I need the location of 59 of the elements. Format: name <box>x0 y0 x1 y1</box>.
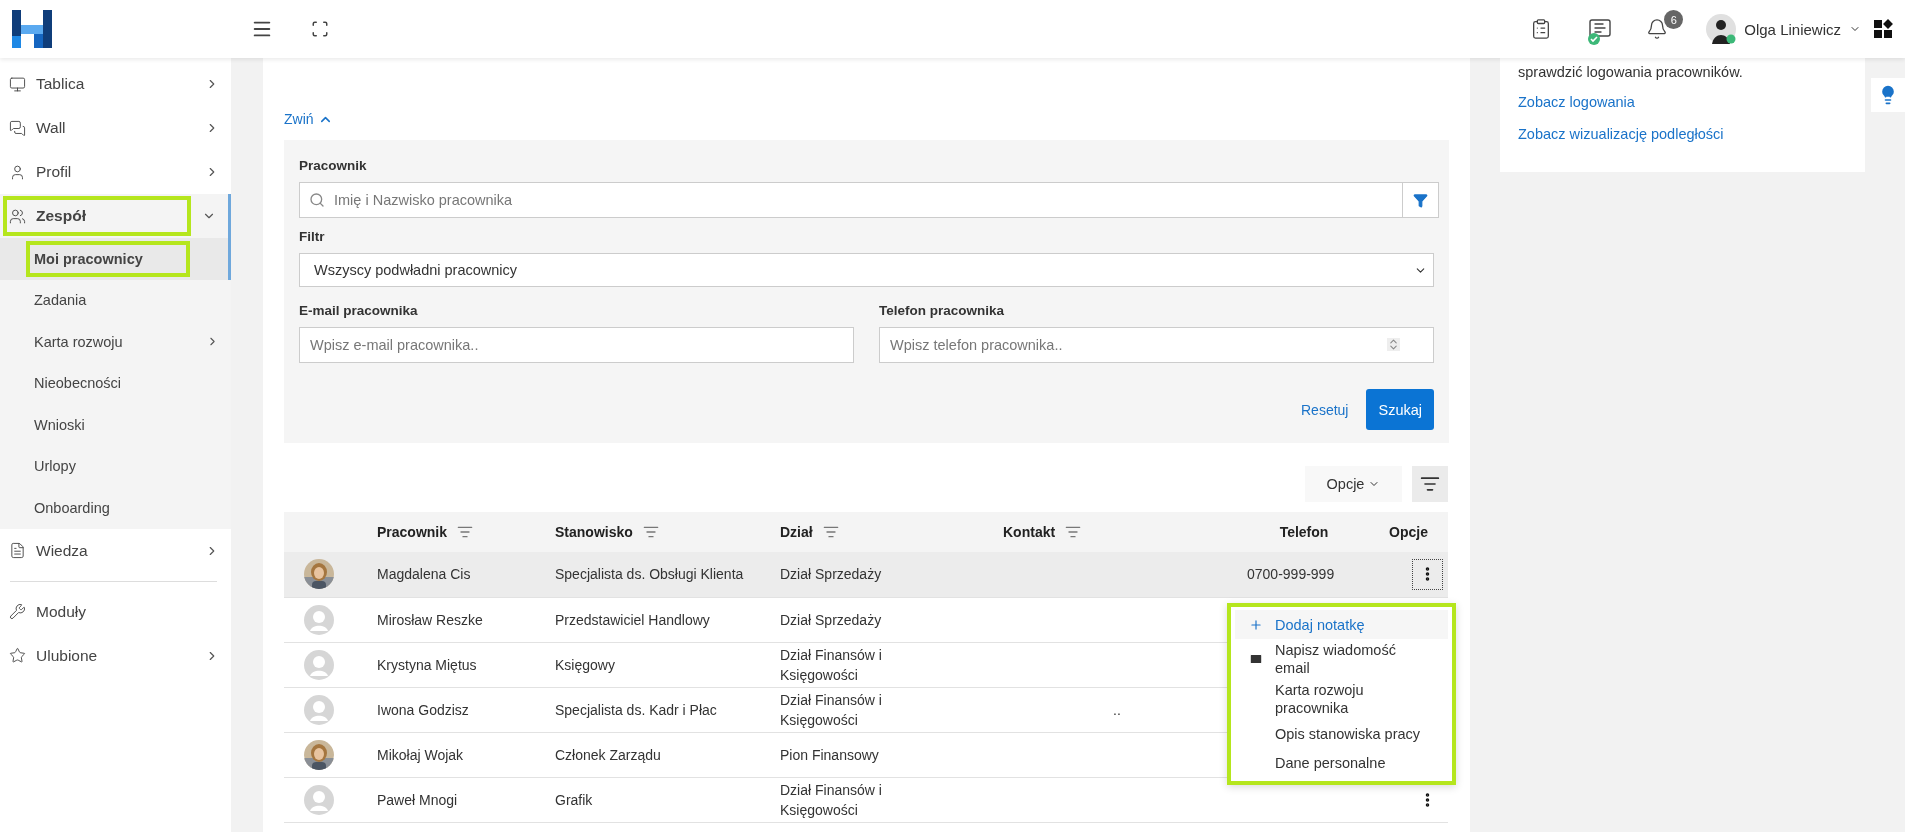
submenu-item[interactable]: Nieobecności <box>26 365 190 402</box>
info-text: sprawdzić logowania pracowników. <box>1518 64 1744 80</box>
table-cell-text: Pion Finansowy <box>780 745 879 765</box>
options-dropdown[interactable]: Opcje <box>1305 466 1402 502</box>
column-header: Pracownik <box>377 524 448 540</box>
table-cell-text: Specjalista ds. Obsługi Klienta <box>555 565 744 585</box>
search-field[interactable]: Imię i Nazwisko pracownika <box>299 182 1403 218</box>
table-cell-text: Specjalista ds. Kadr i Płac <box>555 700 717 720</box>
table-cell-text: Członek Zarządu <box>555 745 661 765</box>
table-cell-text: .. <box>1113 700 1121 720</box>
table-cell-text: Dział Sprzedaży <box>780 610 882 630</box>
table-cell-text: Dział Finansów i Księgowości <box>780 690 883 730</box>
table-cell-text: Krystyna Miętus <box>377 655 477 675</box>
sidebar-item[interactable]: Moduły <box>3 591 191 632</box>
sidebar-item[interactable]: Wall <box>3 108 191 148</box>
search-button[interactable]: Szukaj <box>1366 389 1434 430</box>
sidebar-item[interactable]: Ulubione <box>3 635 191 676</box>
table-cell-text: Paweł Mnogi <box>377 790 458 810</box>
submenu-item[interactable]: Onboarding <box>26 489 190 526</box>
sidebar-item[interactable]: Wiedza <box>3 530 191 571</box>
table-cell-text: Magdalena Cis <box>377 565 471 585</box>
link[interactable]: Zobacz logowania <box>1518 94 1847 110</box>
table-cell-text: Księgowy <box>555 655 615 675</box>
column-header: Kontakt <box>1003 524 1056 540</box>
email-field[interactable]: Wpisz e-mail pracownika.. <box>299 327 854 363</box>
table-row[interactable]: Paweł Mnogi Grafik Dział Finansów i Księgowości <box>284 777 1448 822</box>
column-header: Opcje <box>1389 524 1428 540</box>
column-header: Stanowisko <box>555 524 633 540</box>
table-cell-text: Przedstawiciel Handlowy <box>555 610 710 630</box>
field-label: Telefon pracownika <box>879 303 1006 318</box>
table-cell-text: Mirosław Reszke <box>377 610 483 630</box>
collapse-link[interactable]: Zwiń <box>284 111 333 127</box>
table-cell-text: 0700-999-999 <box>1247 565 1335 585</box>
column-header: Telefon <box>1279 524 1329 540</box>
submenu-item[interactable]: Zadania <box>26 282 190 319</box>
sidebar-item[interactable]: Profil <box>3 152 191 192</box>
submenu-item[interactable]: Karta rozwoju <box>26 323 190 360</box>
table-cell-text: Iwona Godzisz <box>377 700 469 720</box>
notification-count: 6 <box>1664 10 1684 29</box>
user-menu[interactable]: Olga Liniewicz <box>1702 10 1865 48</box>
table-cell-text: Dział Finansów i Księgowości <box>780 780 883 820</box>
table-cell-text: Dział Finansów i Księgowości <box>780 645 883 685</box>
table-cell-text: Mikołaj Wojak <box>377 745 464 765</box>
filter-select[interactable]: Wszyscy podwładni pracownicy <box>299 253 1434 287</box>
submenu-item[interactable]: Wnioski <box>26 406 190 443</box>
submenu-item[interactable]: Urlopy <box>26 448 190 485</box>
sidebar-item[interactable]: Tablica <box>3 64 191 104</box>
table-cell-text: Dział Sprzedaży <box>780 565 882 585</box>
field-label: Filtr <box>299 229 326 244</box>
table-cell-text: Grafik <box>555 790 593 810</box>
link[interactable]: Zobacz wizualizację podległości <box>1518 126 1847 142</box>
table-row[interactable]: Magdalena Cis Specjalista ds. Obsługi Klienta Dział Sprzedaży 0700-999-999 <box>284 552 1448 597</box>
reset-button[interactable]: Resetuj <box>1295 400 1355 419</box>
menu-item[interactable]: Dodaj notatkę <box>1235 610 1448 639</box>
field-label: Pracownik <box>299 158 368 173</box>
sidebar-item[interactable]: Zespół <box>3 196 191 236</box>
field-label: E-mail pracownika <box>299 303 419 318</box>
column-header: Dział <box>780 524 813 540</box>
phone-field[interactable]: Wpisz telefon pracownika.. <box>879 327 1434 363</box>
